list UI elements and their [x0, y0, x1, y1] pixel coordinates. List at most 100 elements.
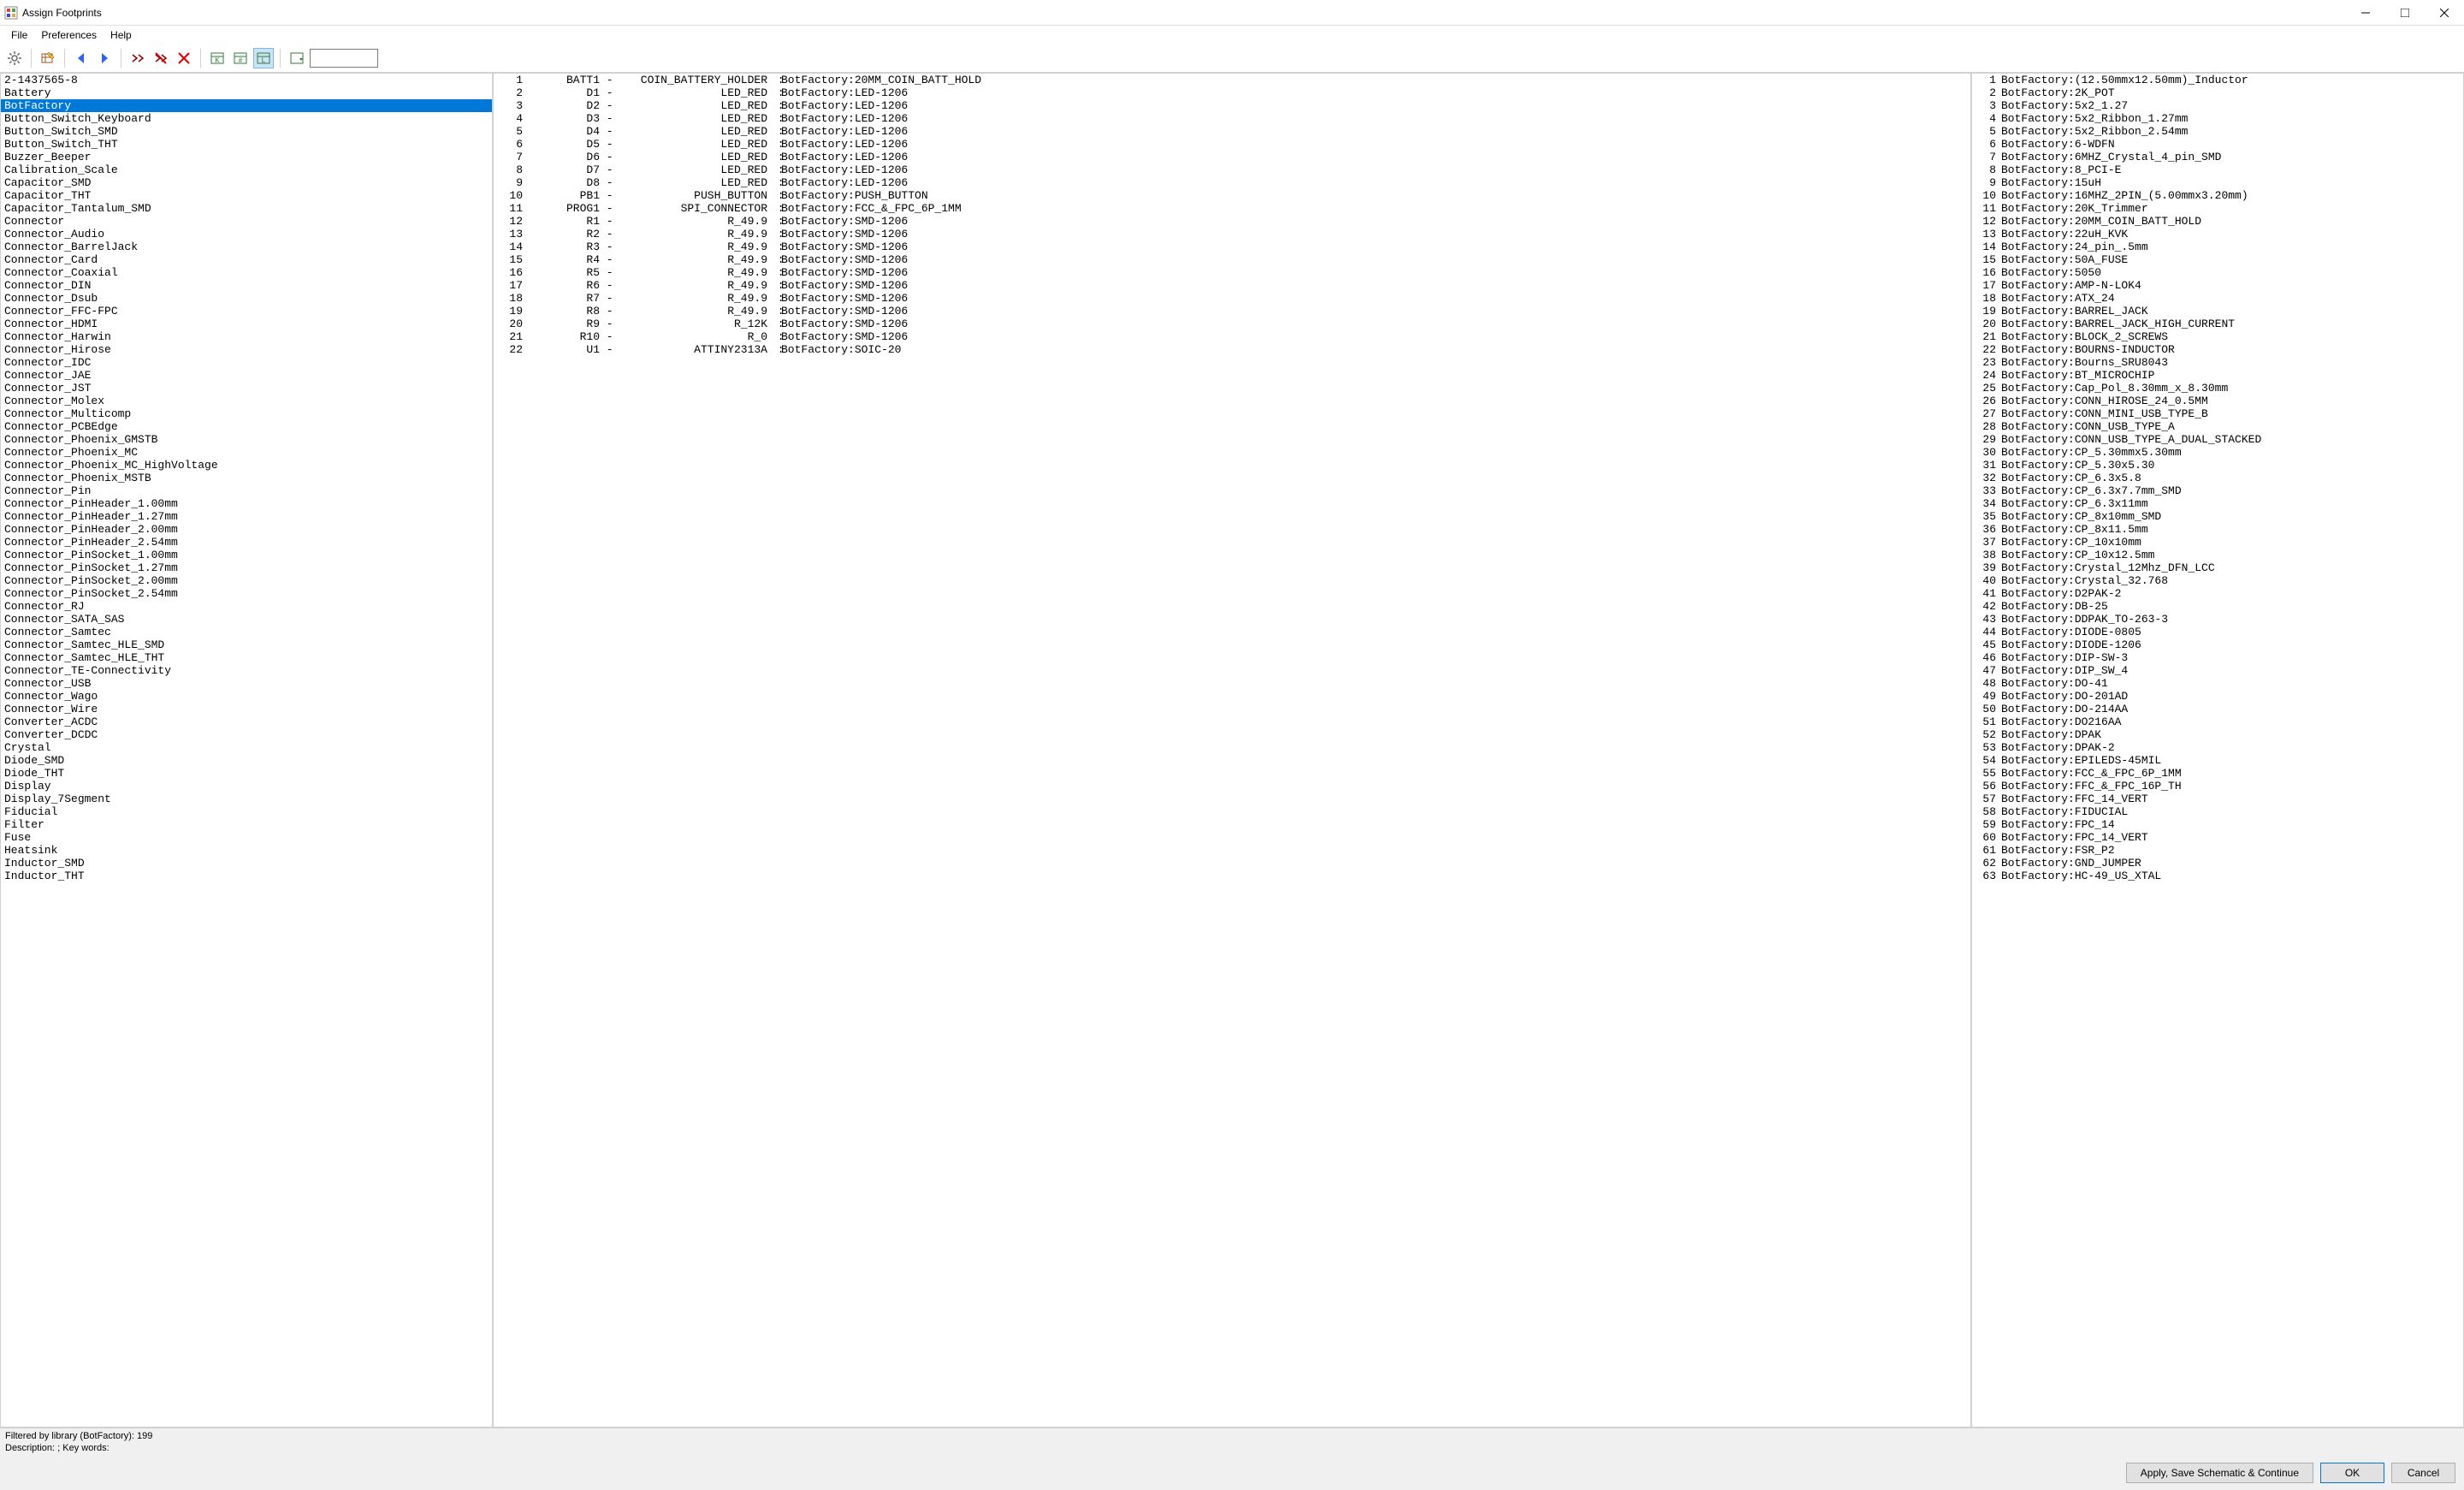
library-item[interactable]: Connector_HDMI	[1, 318, 492, 330]
nav-prev-icon[interactable]	[71, 48, 92, 68]
component-row[interactable]: 14R3 - R_49.9 : BotFactory:SMD-1206	[494, 240, 1970, 253]
component-row[interactable]: 3D2 - LED_RED : BotFactory:LED-1206	[494, 99, 1970, 112]
footprint-item[interactable]: 41BotFactory:D2PAK-2	[1972, 587, 2463, 600]
library-item[interactable]: Inductor_THT	[1, 870, 492, 882]
footprint-item[interactable]: 22BotFactory:BOURNS-INDUCTOR	[1972, 343, 2463, 356]
footprint-item[interactable]: 42BotFactory:DB-25	[1972, 600, 2463, 613]
footprint-item[interactable]: 14BotFactory:24_pin_.5mm	[1972, 240, 2463, 253]
library-item[interactable]: Connector_Samtec	[1, 626, 492, 638]
footprint-item[interactable]: 38BotFactory:CP_10x12.5mm	[1972, 549, 2463, 561]
library-item[interactable]: Connector_PinHeader_1.00mm	[1, 497, 492, 510]
footprint-list[interactable]: 1BotFactory:(12.50mmx12.50mm)_Inductor2B…	[1971, 73, 2464, 1428]
library-item[interactable]: Connector_PinSocket_1.27mm	[1, 561, 492, 574]
footprint-item[interactable]: 50BotFactory:DO-214AA	[1972, 703, 2463, 715]
footprint-item[interactable]: 47BotFactory:DIP_SW_4	[1972, 664, 2463, 677]
menu-preferences[interactable]: Preferences	[34, 27, 104, 43]
footprint-item[interactable]: 35BotFactory:CP_8x10mm_SMD	[1972, 510, 2463, 523]
filter-keyword-icon[interactable]: K	[207, 48, 228, 68]
delete-all-icon[interactable]	[174, 48, 194, 68]
library-item[interactable]: Converter_ACDC	[1, 715, 492, 728]
library-item[interactable]: Connector_PCBEdge	[1, 420, 492, 433]
footprint-item[interactable]: 17BotFactory:AMP-N-LOK4	[1972, 279, 2463, 292]
library-item[interactable]: Connector_PinHeader_1.27mm	[1, 510, 492, 523]
library-item[interactable]: Connector_PinHeader_2.00mm	[1, 523, 492, 536]
library-item[interactable]: Connector_Samtec_HLE_SMD	[1, 638, 492, 651]
component-row[interactable]: 17R6 - R_49.9 : BotFactory:SMD-1206	[494, 279, 1970, 292]
close-button[interactable]	[2425, 0, 2464, 26]
library-item[interactable]: Connector_Molex	[1, 395, 492, 407]
footprint-item[interactable]: 62BotFactory:GND_JUMPER	[1972, 857, 2463, 870]
component-row[interactable]: 15R4 - R_49.9 : BotFactory:SMD-1206	[494, 253, 1970, 266]
maximize-button[interactable]	[2385, 0, 2425, 26]
library-item[interactable]: Connector_Pin	[1, 484, 492, 497]
footprint-item[interactable]: 39BotFactory:Crystal_12Mhz_DFN_LCC	[1972, 561, 2463, 574]
component-row[interactable]: 21R10 - R_0 : BotFactory:SMD-1206	[494, 330, 1970, 343]
footprint-item[interactable]: 12BotFactory:20MM_COIN_BATT_HOLD	[1972, 215, 2463, 228]
footprint-item[interactable]: 19BotFactory:BARREL_JACK	[1972, 305, 2463, 318]
library-item[interactable]: Connector_SATA_SAS	[1, 613, 492, 626]
library-item[interactable]: Connector_JST	[1, 382, 492, 395]
footprint-item[interactable]: 9BotFactory:15uH	[1972, 176, 2463, 189]
footprint-item[interactable]: 40BotFactory:Crystal_32.768	[1972, 574, 2463, 587]
footprint-item[interactable]: 10BotFactory:16MHZ_2PIN_(5.00mmx3.20mm)	[1972, 189, 2463, 202]
component-row[interactable]: 5D4 - LED_RED : BotFactory:LED-1206	[494, 125, 1970, 138]
library-item[interactable]: Connector_PinSocket_2.00mm	[1, 574, 492, 587]
settings-icon[interactable]	[4, 48, 25, 68]
footprint-item[interactable]: 24BotFactory:BT_MICROCHIP	[1972, 369, 2463, 382]
library-item[interactable]: Connector_PinSocket_2.54mm	[1, 587, 492, 600]
component-row[interactable]: 7D6 - LED_RED : BotFactory:LED-1206	[494, 151, 1970, 163]
footprint-item[interactable]: 5BotFactory:5x2_Ribbon_2.54mm	[1972, 125, 2463, 138]
footprint-item[interactable]: 34BotFactory:CP_6.3x11mm	[1972, 497, 2463, 510]
library-item[interactable]: Connector_Hirose	[1, 343, 492, 356]
footprint-item[interactable]: 33BotFactory:CP_6.3x7.7mm_SMD	[1972, 484, 2463, 497]
footprint-item[interactable]: 59BotFactory:FPC_14	[1972, 818, 2463, 831]
footprint-item[interactable]: 8BotFactory:8_PCI-E	[1972, 163, 2463, 176]
footprint-item[interactable]: 54BotFactory:EPILEDS-45MIL	[1972, 754, 2463, 767]
footprint-item[interactable]: 48BotFactory:DO-41	[1972, 677, 2463, 690]
library-item[interactable]: Connector_Coaxial	[1, 266, 492, 279]
library-item[interactable]: Button_Switch_THT	[1, 138, 492, 151]
library-item[interactable]: Connector_BarrelJack	[1, 240, 492, 253]
footprint-item[interactable]: 15BotFactory:50A_FUSE	[1972, 253, 2463, 266]
component-row[interactable]: 12R1 - R_49.9 : BotFactory:SMD-1206	[494, 215, 1970, 228]
library-item[interactable]: Connector_JAE	[1, 369, 492, 382]
footprint-item[interactable]: 44BotFactory:DIODE-0805	[1972, 626, 2463, 638]
library-item[interactable]: Connector_Wire	[1, 703, 492, 715]
library-item[interactable]: Connector_PinSocket_1.00mm	[1, 549, 492, 561]
component-list[interactable]: 1BATT1 - COIN_BATTERY_HOLDER : BotFactor…	[493, 73, 1971, 1428]
footprint-item[interactable]: 37BotFactory:CP_10x10mm	[1972, 536, 2463, 549]
library-item[interactable]: Heatsink	[1, 844, 492, 857]
footprint-item[interactable]: 36BotFactory:CP_8x11.5mm	[1972, 523, 2463, 536]
library-item[interactable]: Connector	[1, 215, 492, 228]
library-item[interactable]: Connector_IDC	[1, 356, 492, 369]
component-row[interactable]: 22U1 - ATTINY2313A : BotFactory:SOIC-20	[494, 343, 1970, 356]
cancel-button[interactable]: Cancel	[2391, 1463, 2455, 1483]
library-item[interactable]: 2-1437565-8	[1, 74, 492, 86]
component-row[interactable]: 20R9 - R_12K : BotFactory:SMD-1206	[494, 318, 1970, 330]
footprint-item[interactable]: 13BotFactory:22uH_KVK	[1972, 228, 2463, 240]
component-row[interactable]: 10PB1 - PUSH_BUTTON : BotFactory:PUSH_BU…	[494, 189, 1970, 202]
footprint-item[interactable]: 3BotFactory:5x2_1.27	[1972, 99, 2463, 112]
library-item[interactable]: Calibration_Scale	[1, 163, 492, 176]
library-item[interactable]: Connector_Phoenix_GMSTB	[1, 433, 492, 446]
library-item[interactable]: Diode_SMD	[1, 754, 492, 767]
library-item[interactable]: Connector_USB	[1, 677, 492, 690]
library-item[interactable]: Capacitor_Tantalum_SMD	[1, 202, 492, 215]
footprint-item[interactable]: 57BotFactory:FFC_14_VERT	[1972, 792, 2463, 805]
footprint-item[interactable]: 25BotFactory:Cap_Pol_8.30mm_x_8.30mm	[1972, 382, 2463, 395]
library-item[interactable]: Capacitor_THT	[1, 189, 492, 202]
menu-help[interactable]: Help	[104, 27, 139, 43]
library-item[interactable]: Connector_Samtec_HLE_THT	[1, 651, 492, 664]
footprint-item[interactable]: 2BotFactory:2K_POT	[1972, 86, 2463, 99]
footprint-item[interactable]: 23BotFactory:Bourns_SRU8043	[1972, 356, 2463, 369]
menu-file[interactable]: File	[4, 27, 34, 43]
library-item[interactable]: Display_7Segment	[1, 792, 492, 805]
library-item[interactable]: BotFactory	[1, 99, 492, 112]
library-item[interactable]: Filter	[1, 818, 492, 831]
component-row[interactable]: 19R8 - R_49.9 : BotFactory:SMD-1206	[494, 305, 1970, 318]
footprint-item[interactable]: 63BotFactory:HC-49_US_XTAL	[1972, 870, 2463, 882]
filter-pincount-icon[interactable]: #	[230, 48, 251, 68]
footprint-item[interactable]: 6BotFactory:6-WDFN	[1972, 138, 2463, 151]
library-item[interactable]: Connector_FFC-FPC	[1, 305, 492, 318]
auto-assign-icon[interactable]	[127, 48, 148, 68]
